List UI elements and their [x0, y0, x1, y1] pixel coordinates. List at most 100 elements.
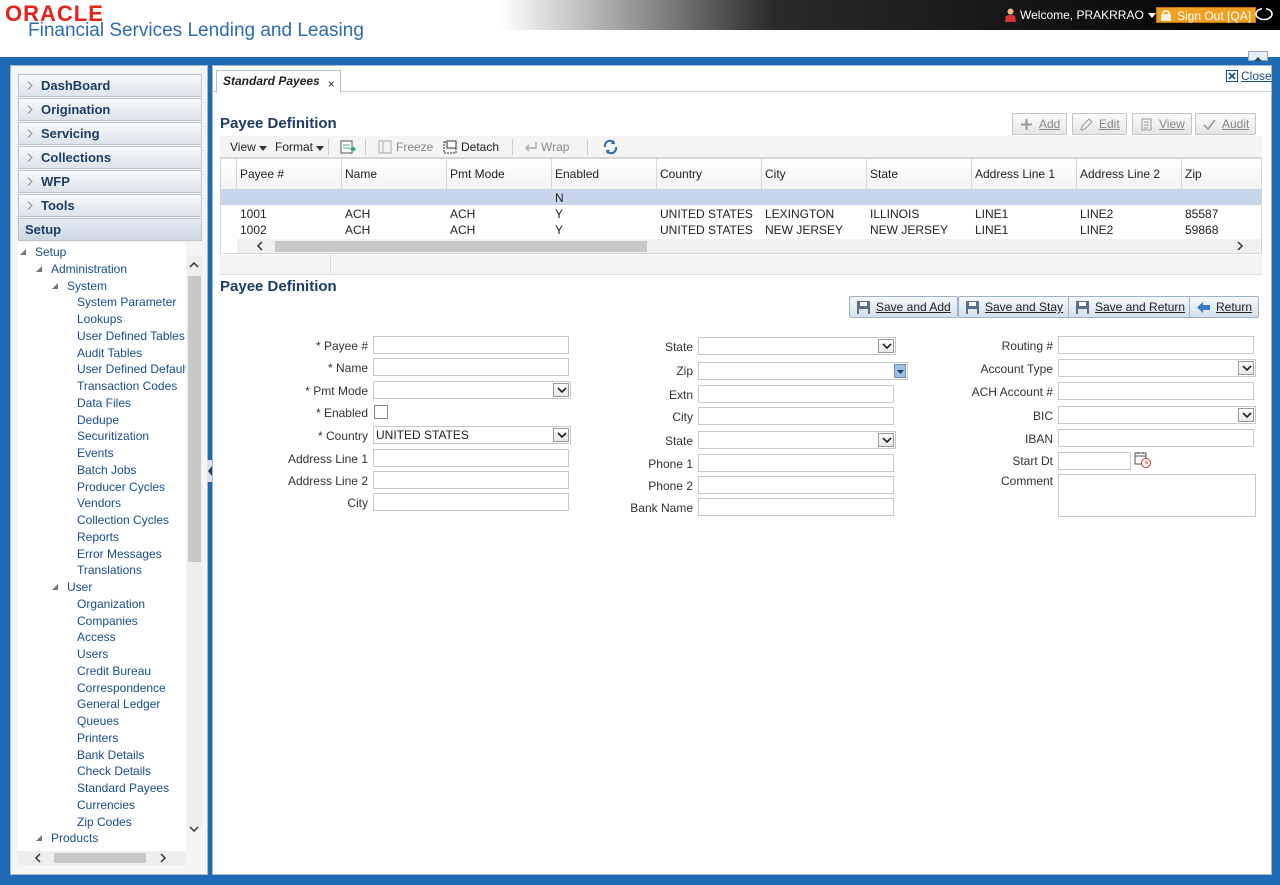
- scrollbar-thumb[interactable]: [275, 241, 647, 252]
- tree-item[interactable]: Correspondence: [77, 681, 166, 695]
- tree-item[interactable]: Data Files: [77, 396, 131, 410]
- save-and-stay-button[interactable]: Save and Stay: [958, 296, 1071, 318]
- country-select[interactable]: UNITED STATES: [373, 426, 571, 444]
- collapse-header-button[interactable]: [1248, 51, 1268, 61]
- tree-item[interactable]: Dedupe: [77, 413, 119, 427]
- grid-cell[interactable]: NEW JERSEY: [762, 223, 843, 237]
- export-icon[interactable]: [340, 139, 357, 155]
- tree-item[interactable]: Credit Bureau: [77, 664, 151, 678]
- tree-item[interactable]: Zip Codes: [77, 815, 132, 829]
- refresh-icon[interactable]: [602, 139, 619, 155]
- tree-item[interactable]: User: [67, 580, 92, 594]
- bic-select[interactable]: [1058, 406, 1256, 424]
- name-input[interactable]: [373, 358, 569, 376]
- grid-cell[interactable]: ACH: [342, 223, 370, 237]
- tree-item[interactable]: Vendors: [77, 496, 121, 510]
- tree-item[interactable]: Collection Cycles: [77, 513, 169, 527]
- dropdown-button[interactable]: [1238, 408, 1254, 422]
- grid-cell[interactable]: LINE1: [972, 207, 1008, 221]
- edit-button[interactable]: Edit: [1072, 113, 1127, 135]
- grid-cell[interactable]: LEXINGTON: [762, 207, 834, 221]
- enabled-checkbox[interactable]: [374, 405, 388, 419]
- tree-item[interactable]: Securitization: [77, 429, 149, 443]
- logout-icon[interactable]: [1254, 7, 1274, 21]
- address-line-2-input[interactable]: [373, 471, 569, 489]
- scrollbar-thumb[interactable]: [188, 276, 201, 562]
- tree-item[interactable]: Setup: [35, 245, 66, 259]
- sign-out-button[interactable]: Sign Out [QA]: [1156, 7, 1257, 23]
- expand-triangle-icon[interactable]: [52, 282, 59, 290]
- comment-textarea[interactable]: [1058, 474, 1256, 517]
- grid-column-header[interactable]: Address Line 1: [972, 159, 1077, 189]
- calendar-icon[interactable]: [1134, 451, 1152, 469]
- menu-dashboard[interactable]: DashBoard: [18, 74, 202, 97]
- audit-button[interactable]: Audit: [1195, 113, 1257, 135]
- grid-column-header[interactable]: Enabled: [552, 159, 657, 189]
- menu-servicing[interactable]: Servicing: [18, 122, 202, 145]
- welcome-menu[interactable]: Welcome, PRAKRRAO: [1005, 8, 1156, 22]
- grid-cell[interactable]: 85587: [1182, 207, 1218, 221]
- tree-item[interactable]: System: [67, 279, 107, 293]
- scroll-left-icon[interactable]: [33, 853, 43, 863]
- wrap-button[interactable]: Wrap: [523, 140, 569, 154]
- tree-item[interactable]: Standard Payees: [77, 781, 169, 795]
- bank-name-input[interactable]: [698, 498, 894, 516]
- address-line-1-input[interactable]: [373, 449, 569, 467]
- grid-cell[interactable]: Y: [552, 207, 563, 221]
- tree-item[interactable]: Queues: [77, 714, 119, 728]
- scroll-right-icon[interactable]: [1235, 241, 1245, 251]
- tree-item[interactable]: Organization: [77, 597, 145, 611]
- scroll-up-icon[interactable]: [189, 260, 199, 270]
- start-dt-input[interactable]: [1058, 452, 1131, 470]
- scroll-down-icon[interactable]: [189, 824, 199, 834]
- account-type-select[interactable]: [1058, 359, 1256, 377]
- grid-cell[interactable]: LINE1: [972, 223, 1008, 237]
- tree-item[interactable]: General Ledger: [77, 697, 160, 711]
- grid-column-header[interactable]: City: [762, 159, 867, 189]
- grid-cell[interactable]: 1002: [237, 223, 267, 237]
- grid-cell[interactable]: UNITED STATES: [657, 223, 753, 237]
- close-link[interactable]: Close: [1226, 69, 1272, 83]
- tree-item[interactable]: Audit Tables: [77, 346, 142, 360]
- grid-cell[interactable]: NEW JERSEY: [867, 223, 948, 237]
- grid-column-header[interactable]: State: [867, 159, 972, 189]
- tree-item[interactable]: Companies: [77, 614, 138, 628]
- grid-cell[interactable]: LINE2: [1077, 207, 1113, 221]
- detach-button[interactable]: Detach: [443, 140, 499, 154]
- tree-item[interactable]: User Defined Tables: [77, 329, 185, 343]
- grid-column-header[interactable]: Payee #: [237, 159, 342, 189]
- tree-item[interactable]: Lookups: [77, 312, 122, 326]
- dropdown-button[interactable]: [1238, 361, 1254, 375]
- grid-column-header[interactable]: Address Line 2: [1077, 159, 1182, 189]
- tree-item[interactable]: Events: [77, 446, 114, 460]
- payee-number-input[interactable]: [373, 336, 569, 354]
- return-button[interactable]: Return: [1189, 296, 1260, 318]
- city-input-2[interactable]: [698, 407, 894, 425]
- grid-horizontal-scrollbar[interactable]: [237, 239, 1261, 253]
- tree-item[interactable]: Administration: [51, 262, 127, 276]
- format-menu[interactable]: Format: [275, 140, 325, 154]
- tree-item[interactable]: Bank Details: [77, 748, 144, 762]
- grid-cell[interactable]: Y: [552, 223, 563, 237]
- grid-column-header[interactable]: Name: [342, 159, 447, 189]
- state-select-2[interactable]: [698, 431, 896, 449]
- grid-column-header[interactable]: Zip: [1182, 159, 1261, 189]
- city-input[interactable]: [373, 493, 569, 511]
- tab-standard-payees[interactable]: Standard Payees ×: [216, 70, 341, 93]
- routing-input[interactable]: [1058, 336, 1254, 354]
- expand-triangle-icon[interactable]: [20, 249, 27, 256]
- menu-tools[interactable]: Tools: [18, 194, 202, 217]
- tree-item[interactable]: Transaction Codes: [77, 379, 177, 393]
- dropdown-button[interactable]: [878, 433, 894, 447]
- scroll-left-icon[interactable]: [255, 241, 265, 251]
- tree-item[interactable]: Check Details: [77, 764, 151, 778]
- grid-column-header[interactable]: Country: [657, 159, 762, 189]
- grid-column-header[interactable]: Pmt Mode: [447, 159, 552, 189]
- scrollbar-thumb[interactable]: [54, 853, 146, 863]
- tree-item[interactable]: User Defined Default: [77, 362, 186, 376]
- tree-item[interactable]: Batch Jobs: [77, 463, 136, 477]
- tree-item[interactable]: Products: [51, 831, 98, 845]
- tree-item[interactable]: Translations: [77, 563, 142, 577]
- sidebar-vertical-scrollbar[interactable]: [187, 256, 202, 828]
- state-select[interactable]: [698, 337, 896, 355]
